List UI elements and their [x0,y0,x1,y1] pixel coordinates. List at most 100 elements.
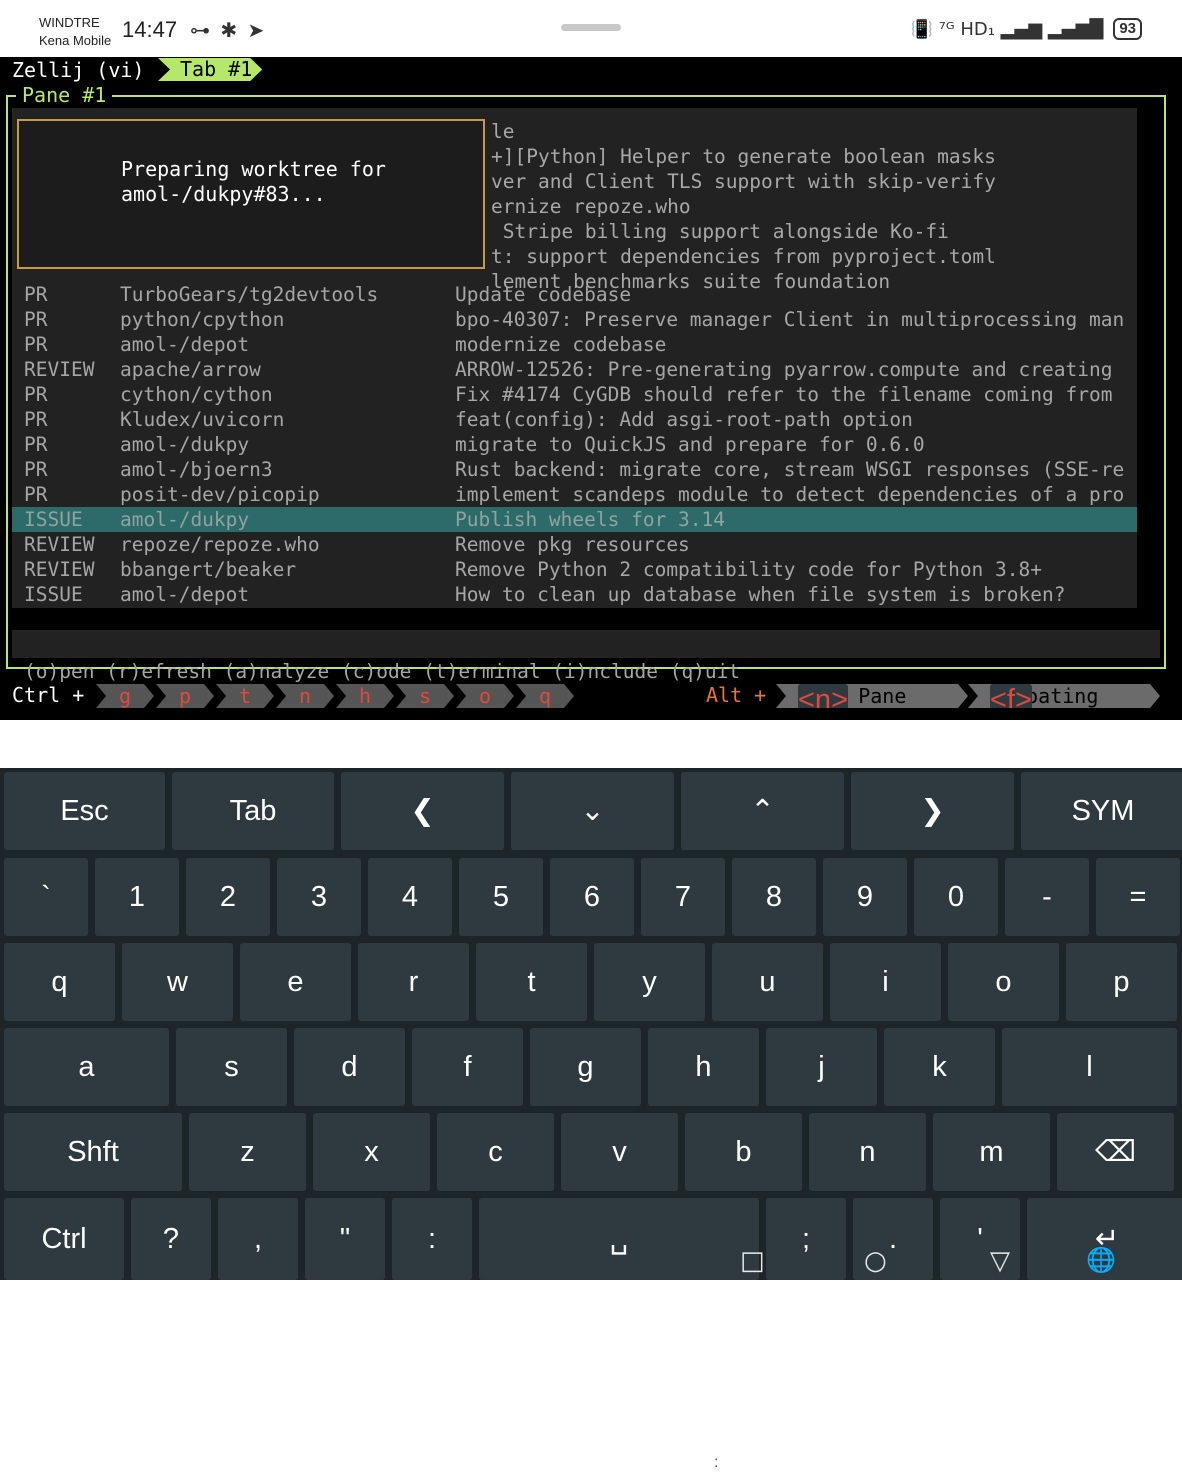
item-type: PR [24,383,48,406]
key-1[interactable]: 1 [95,858,179,936]
item-type: ISSUE [24,583,83,606]
key-e[interactable]: e [240,943,351,1021]
list-item[interactable]: ISSUE amol-/depot How to clean up database… [12,582,1137,607]
carrier-name: WINDTRE [39,15,100,30]
ctrl-key-n[interactable]: n [276,684,334,708]
key-i[interactable]: i [830,943,941,1021]
key-5[interactable]: 5 [459,858,543,936]
key-a[interactable]: a [4,1028,169,1106]
key-h[interactable]: h [648,1028,759,1106]
key-f[interactable]: f [412,1028,523,1106]
list-item[interactable]: REVIEW repoze/repoze.who Remove pkg resour… [12,532,1137,557]
ctrl-key-p[interactable]: p [156,684,214,708]
ctrl-key-t[interactable]: t [216,684,274,708]
key-o[interactable]: o [948,943,1059,1021]
key-r[interactable]: r [358,943,469,1021]
key-2[interactable]: 2 [186,858,270,936]
new-pane-mode[interactable]: <n> New Pane [776,684,968,708]
separator-dots: : [714,1454,719,1471]
item-type: REVIEW [24,358,95,381]
key-7[interactable]: 7 [641,858,725,936]
key-g[interactable]: g [530,1028,641,1106]
status-bar: WINDTRE Kena Mobile 14:47 ⊶ ✱ ➤ 📳 ⁷ᴳ HD₁… [0,0,1182,57]
key-v[interactable]: v [561,1113,678,1191]
key-row1-5[interactable]: ❯ [851,772,1014,850]
list-item[interactable]: REVIEW bbangert/beaker Remove Python 2 com… [12,557,1137,582]
key-row1-1[interactable]: Tab [172,772,334,850]
key-p[interactable]: p [1066,943,1177,1021]
key-w[interactable]: w [122,943,233,1021]
item-type: PR [24,308,48,331]
key-row1-0[interactable]: Esc [4,772,165,850]
key-b[interactable]: b [685,1113,802,1191]
key-s[interactable]: s [176,1028,287,1106]
ctrl-key-s[interactable]: s [396,684,454,708]
list-item[interactable]: PR posit-dev/picopip implement scandeps mo… [12,482,1137,507]
key-c[interactable]: c [437,1113,554,1191]
key-8[interactable]: 8 [732,858,816,936]
item-type: PR [24,333,48,356]
list-item[interactable]: PR amol-/dukpy migrate to QuickJS and prep… [12,432,1137,457]
item-repo: amol-/bjoern3 [120,458,273,481]
tab-1[interactable]: Tab #1 [158,58,262,81]
home-icon[interactable]: ○ [864,1246,887,1276]
key-row1-3[interactable]: ⌄ [511,772,674,850]
key-z[interactable]: z [189,1113,306,1191]
background-line: ernize repoze.who [491,195,691,218]
item-repo: TurboGears/tg2devtools [120,283,379,306]
key-u[interactable]: u [712,943,823,1021]
list-item[interactable]: PR cython/cython Fix #4174 CyGDB should re… [12,382,1137,407]
floating-mode[interactable]: <f> Floating [968,684,1160,708]
keyboard-separator: : [0,720,1182,1471]
key-row2-0[interactable]: ` [4,858,88,936]
key-row1-2[interactable]: ❮ [341,772,504,850]
item-title: Fix #4174 CyGDB should refer to the file… [455,383,1113,406]
key-n[interactable]: n [809,1113,926,1191]
key-k[interactable]: k [884,1028,995,1106]
globe-icon[interactable]: 🌐 [1086,1246,1116,1274]
item-repo: posit-dev/picopip [120,483,320,506]
key-9[interactable]: 9 [823,858,907,936]
background-line: +][Python] Helper to generate boolean ma… [491,145,996,168]
list-item[interactable]: PR amol-/bjoern3 Rust backend: migrate cor… [12,457,1137,482]
list-item[interactable]: PR TurboGears/tg2devtools Update codebase [12,282,1137,307]
key-row1-6[interactable]: SYM [1021,772,1182,850]
key-row2-11[interactable]: - [1005,858,1089,936]
alt-label: Alt + [706,683,767,707]
key-q[interactable]: q [4,943,115,1021]
key-l[interactable]: l [1002,1028,1177,1106]
key-row2-12[interactable]: = [1096,858,1180,936]
back-icon[interactable]: ▽ [990,1246,1010,1276]
ctrl-key-h[interactable]: h [336,684,394,708]
ctrl-key-q[interactable]: q [516,684,574,708]
list-item[interactable]: PR amol-/depot modernize codebase [12,332,1137,357]
list-item[interactable]: REVIEW apache/arrow ARROW-12526: Pre-gener… [12,357,1137,382]
drag-handle[interactable] [561,24,621,31]
recent-apps-icon[interactable]: □ [740,1246,765,1276]
key-6[interactable]: 6 [550,858,634,936]
ctrl-key-g[interactable]: g [96,684,154,708]
terminal-window[interactable]: Zellij (vi) Tab #1 Pane #1 Preparing wor… [0,57,1182,720]
key-0[interactable]: 0 [914,858,998,936]
key-row5-0[interactable]: Shft [4,1113,182,1191]
item-type: PR [24,408,48,431]
item-title: Update codebase [455,283,632,306]
tab-bar: Zellij (vi) Tab #1 [0,57,1182,82]
key-t[interactable]: t [476,943,587,1021]
list-item[interactable]: PR Kludex/uvicorn feat(config): Add asgi-r… [12,407,1137,432]
item-repo: cython/cython [120,383,273,406]
key-x[interactable]: x [313,1113,430,1191]
item-title: ARROW-12526: Pre-generating pyarrow.comp… [455,358,1113,381]
pane-title: Pane #1 [16,83,113,107]
key-d[interactable]: d [294,1028,405,1106]
key-y[interactable]: y [594,943,705,1021]
list-item[interactable]: ISSUE amol-/dukpy Publish wheels for 3.14 [12,507,1137,532]
key-row5-8[interactable]: ⌫ [1057,1113,1174,1191]
key-m[interactable]: m [933,1113,1050,1191]
key-3[interactable]: 3 [277,858,361,936]
key-4[interactable]: 4 [368,858,452,936]
ctrl-key-o[interactable]: o [456,684,514,708]
key-j[interactable]: j [766,1028,877,1106]
list-item[interactable]: PR python/cpython bpo-40307: Preserve mana… [12,307,1137,332]
key-row1-4[interactable]: ⌃ [681,772,844,850]
